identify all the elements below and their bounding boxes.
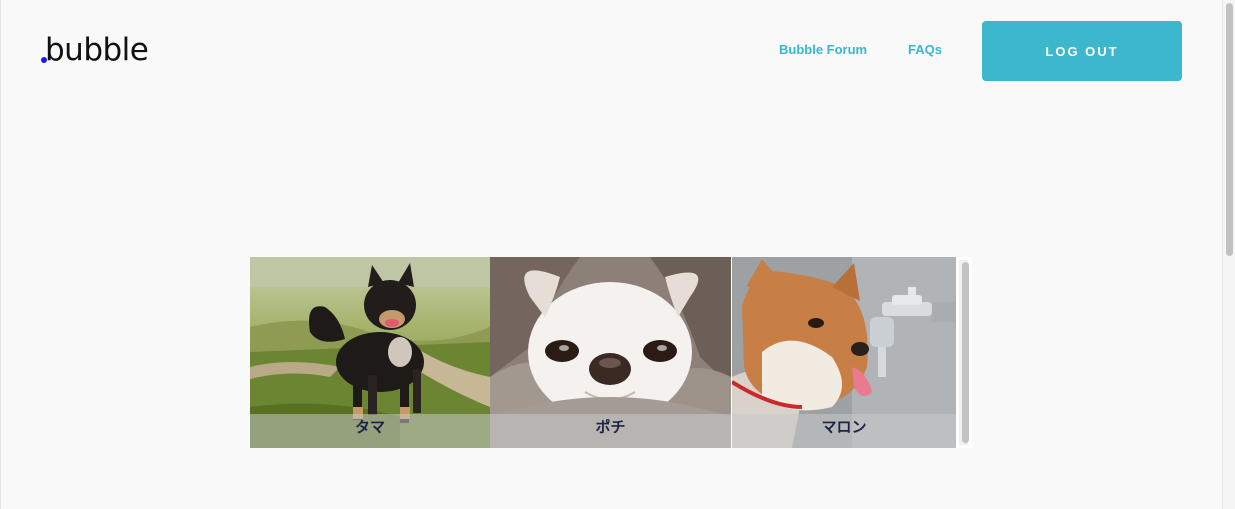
gallery-scrollbar-thumb[interactable]: [962, 262, 969, 443]
gallery-item[interactable]: マロン: [732, 257, 956, 448]
gallery-item[interactable]: タマ: [250, 257, 490, 448]
logout-button[interactable]: LOG OUT: [982, 21, 1182, 81]
page: bubble Bubble Forum FAQs LOG OUT タマ ポチ マ…: [0, 0, 1235, 509]
logo-text: bubble: [45, 32, 149, 68]
logo-dot: [41, 57, 47, 63]
bubble-logo[interactable]: bubble: [41, 31, 149, 71]
nav-link-faqs[interactable]: FAQs: [908, 41, 942, 59]
nav-link-bubble-forum[interactable]: Bubble Forum: [779, 41, 867, 59]
gallery-item[interactable]: ポチ: [490, 257, 731, 448]
gallery-caption: ポチ: [595, 418, 626, 436]
gallery-caption: マロン: [821, 418, 867, 436]
gallery-caption: タマ: [354, 418, 385, 436]
page-scrollbar-thumb[interactable]: [1226, 3, 1233, 256]
dog-gallery: タマ ポチ マロン: [250, 257, 972, 448]
